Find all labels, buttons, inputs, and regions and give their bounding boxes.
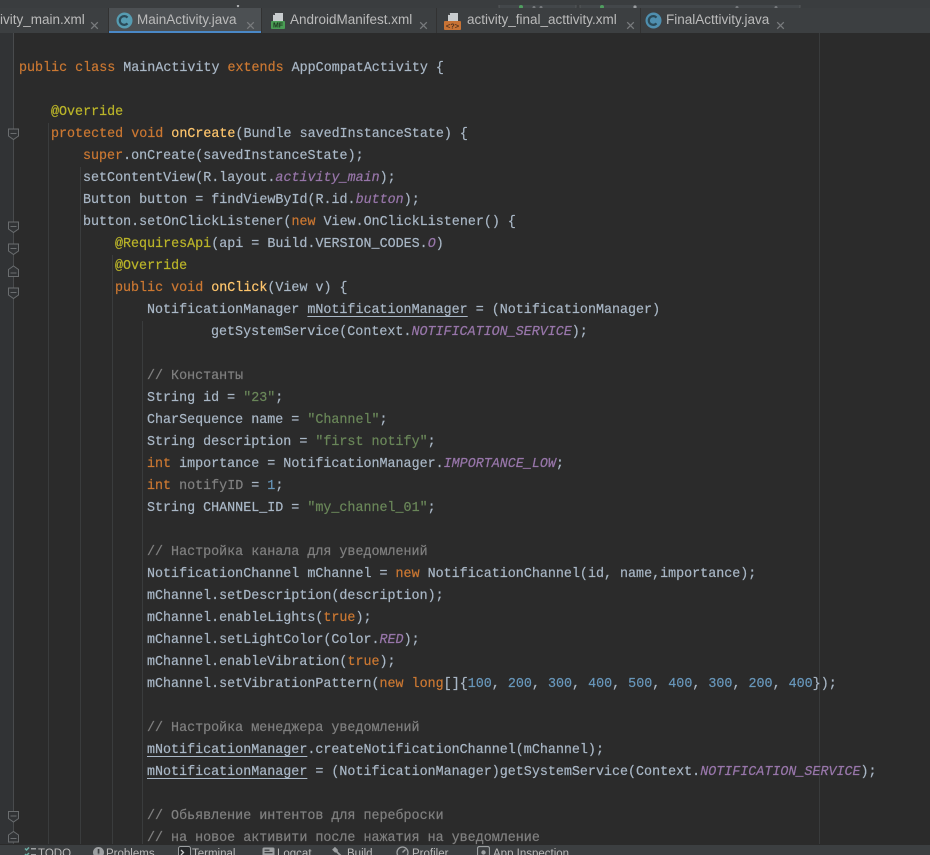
svg-text:MF: MF	[273, 23, 284, 30]
svg-text:<?>: <?>	[446, 22, 460, 31]
